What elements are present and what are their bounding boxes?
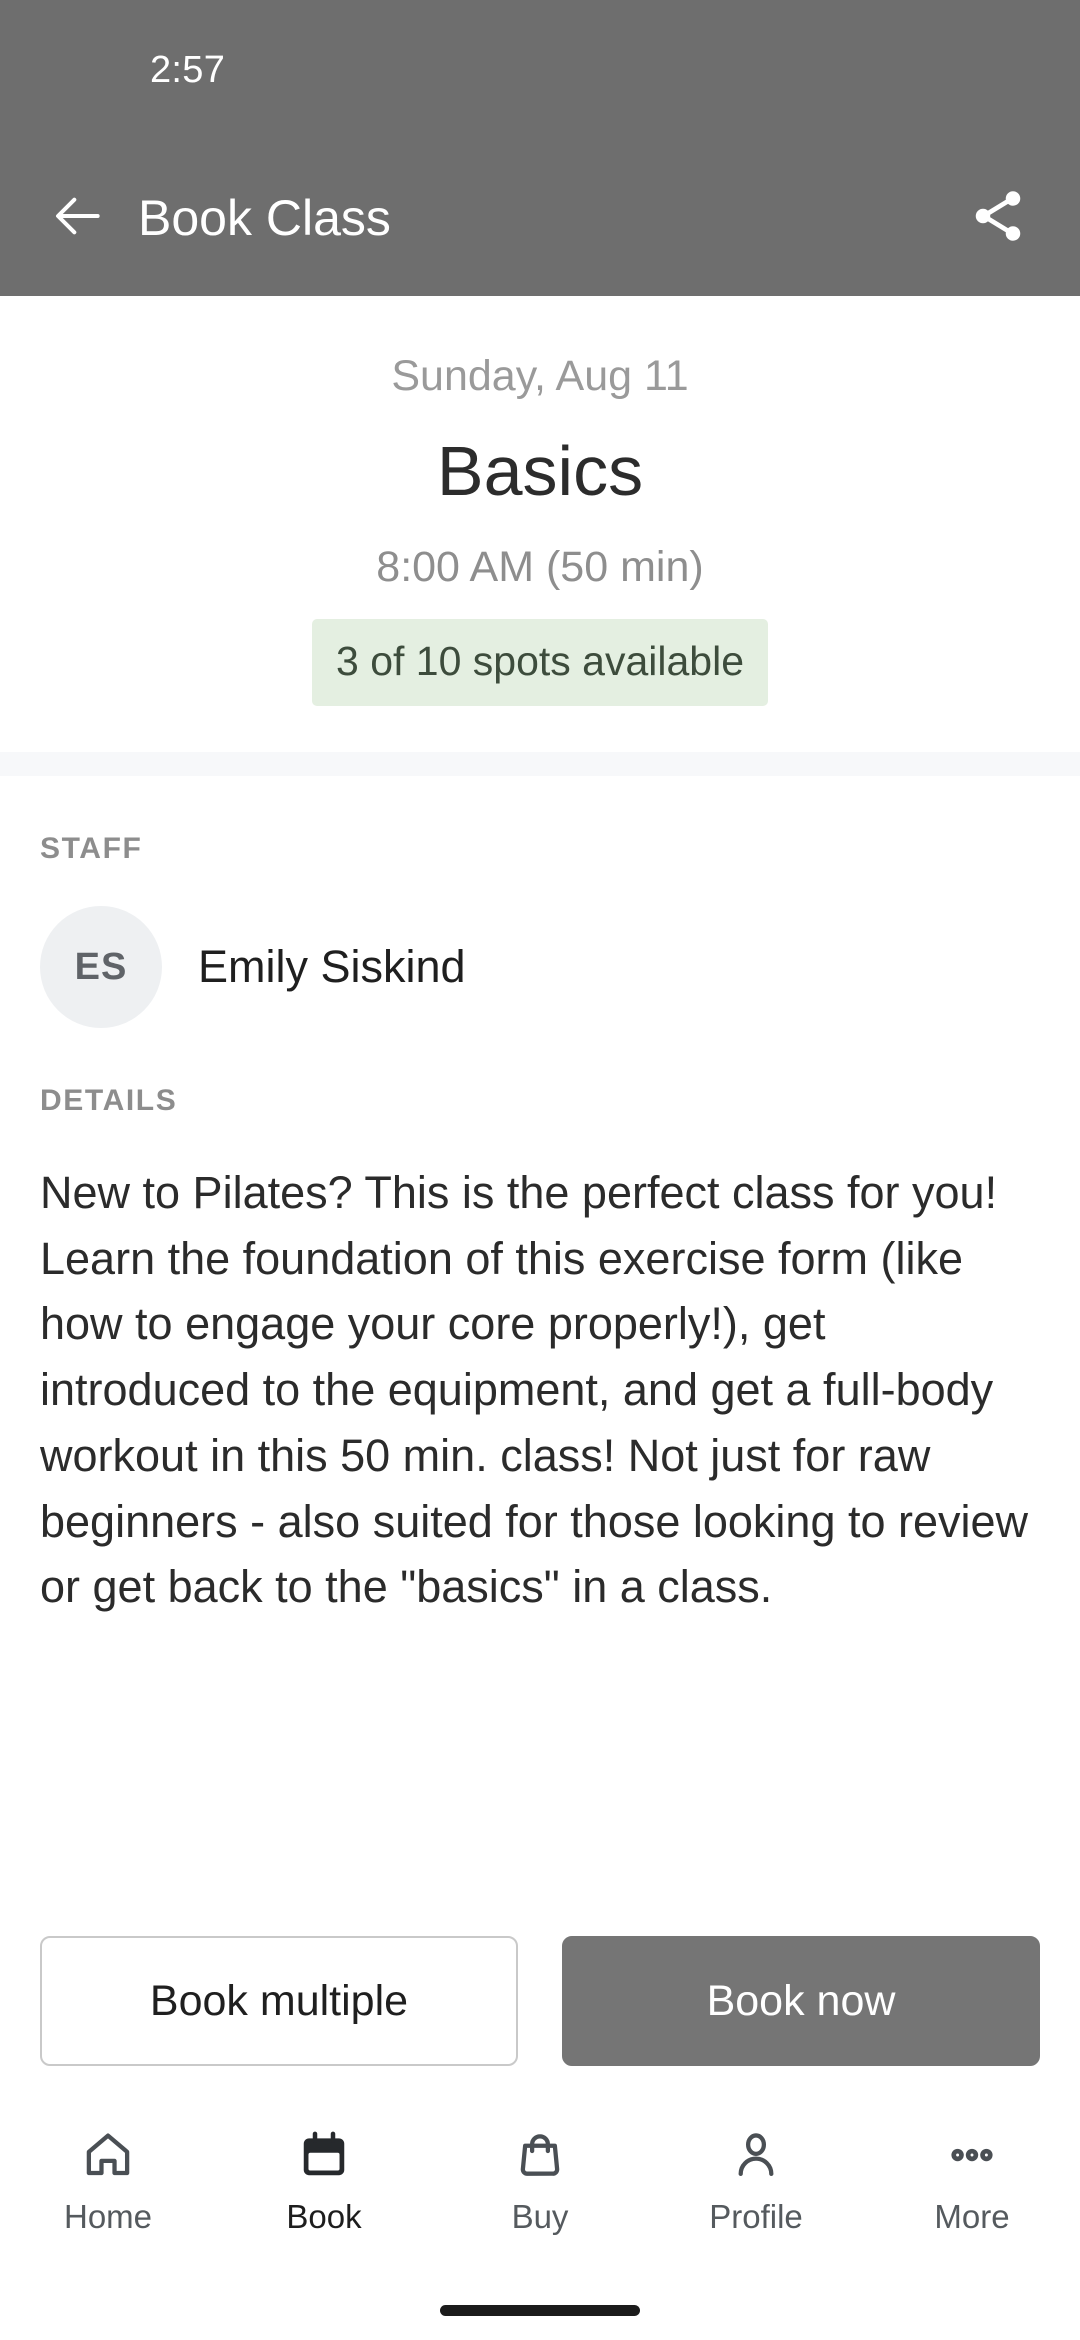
section-divider <box>0 752 1080 777</box>
nav-label-profile: Profile <box>709 2198 803 2235</box>
staff-name: Emily Siskind <box>198 941 466 993</box>
bag-icon <box>513 2124 567 2186</box>
page-title: Book Class <box>138 190 391 246</box>
spots-badge-wrap: 3 of 10 spots available <box>40 619 1040 707</box>
staff-section-label: STAFF <box>40 832 143 866</box>
back-button[interactable] <box>42 181 116 255</box>
book-now-button[interactable]: Book now <box>562 1936 1040 2066</box>
app-bar: Book Class <box>0 140 1080 296</box>
nav-item-buy[interactable]: Buy <box>432 2124 648 2233</box>
nav-label-more: More <box>934 2198 1010 2235</box>
status-badge: 3 of 10 spots available <box>312 619 768 707</box>
nav-item-profile[interactable]: Profile <box>648 2124 864 2233</box>
content-area: STAFF ES Emily Siskind DETAILS New to Pi… <box>0 776 1080 1936</box>
book-multiple-button[interactable]: Book multiple <box>40 1936 518 2066</box>
class-date: Sunday, Aug 11 <box>391 352 689 400</box>
status-bar: 2:57 <box>0 0 1080 140</box>
class-hero: Sunday, Aug 11 Basics 8:00 AM (50 min) 3… <box>0 296 1080 753</box>
home-indicator[interactable] <box>440 2304 640 2316</box>
staff-row[interactable]: ES Emily Siskind <box>40 906 1040 1029</box>
bottom-navigation: Home Book Buy Profile More <box>0 2110 1080 2280</box>
class-description: New to Pilates? This is the perfect clas… <box>40 1167 1029 1613</box>
arrow-left-icon <box>51 188 107 249</box>
nav-item-more[interactable]: More <box>864 2124 1080 2233</box>
share-button[interactable] <box>958 178 1038 258</box>
nav-item-book[interactable]: Book <box>216 2124 432 2233</box>
class-name: Basics <box>436 431 644 510</box>
details-section-label: DETAILS <box>40 1084 178 1118</box>
share-icon <box>968 186 1028 251</box>
calendar-icon <box>297 2124 351 2186</box>
nav-label-buy: Buy <box>511 2198 569 2235</box>
action-buttons: Book multiple Book now <box>0 1936 1080 2066</box>
nav-item-home[interactable]: Home <box>0 2124 216 2233</box>
home-indicator-zone <box>0 2280 1080 2340</box>
status-clock: 2:57 <box>150 48 226 91</box>
person-icon <box>729 2124 783 2186</box>
avatar: ES <box>40 906 162 1029</box>
ellipsis-icon <box>945 2124 999 2186</box>
app-screen: 2:57 Book Class Sunday, Aug 11 Basics 8:… <box>0 0 1080 2340</box>
class-time: 8:00 AM (50 min) <box>376 543 704 592</box>
home-icon <box>81 2124 135 2186</box>
nav-label-home: Home <box>63 2198 153 2235</box>
nav-label-book: Book <box>286 2198 362 2235</box>
